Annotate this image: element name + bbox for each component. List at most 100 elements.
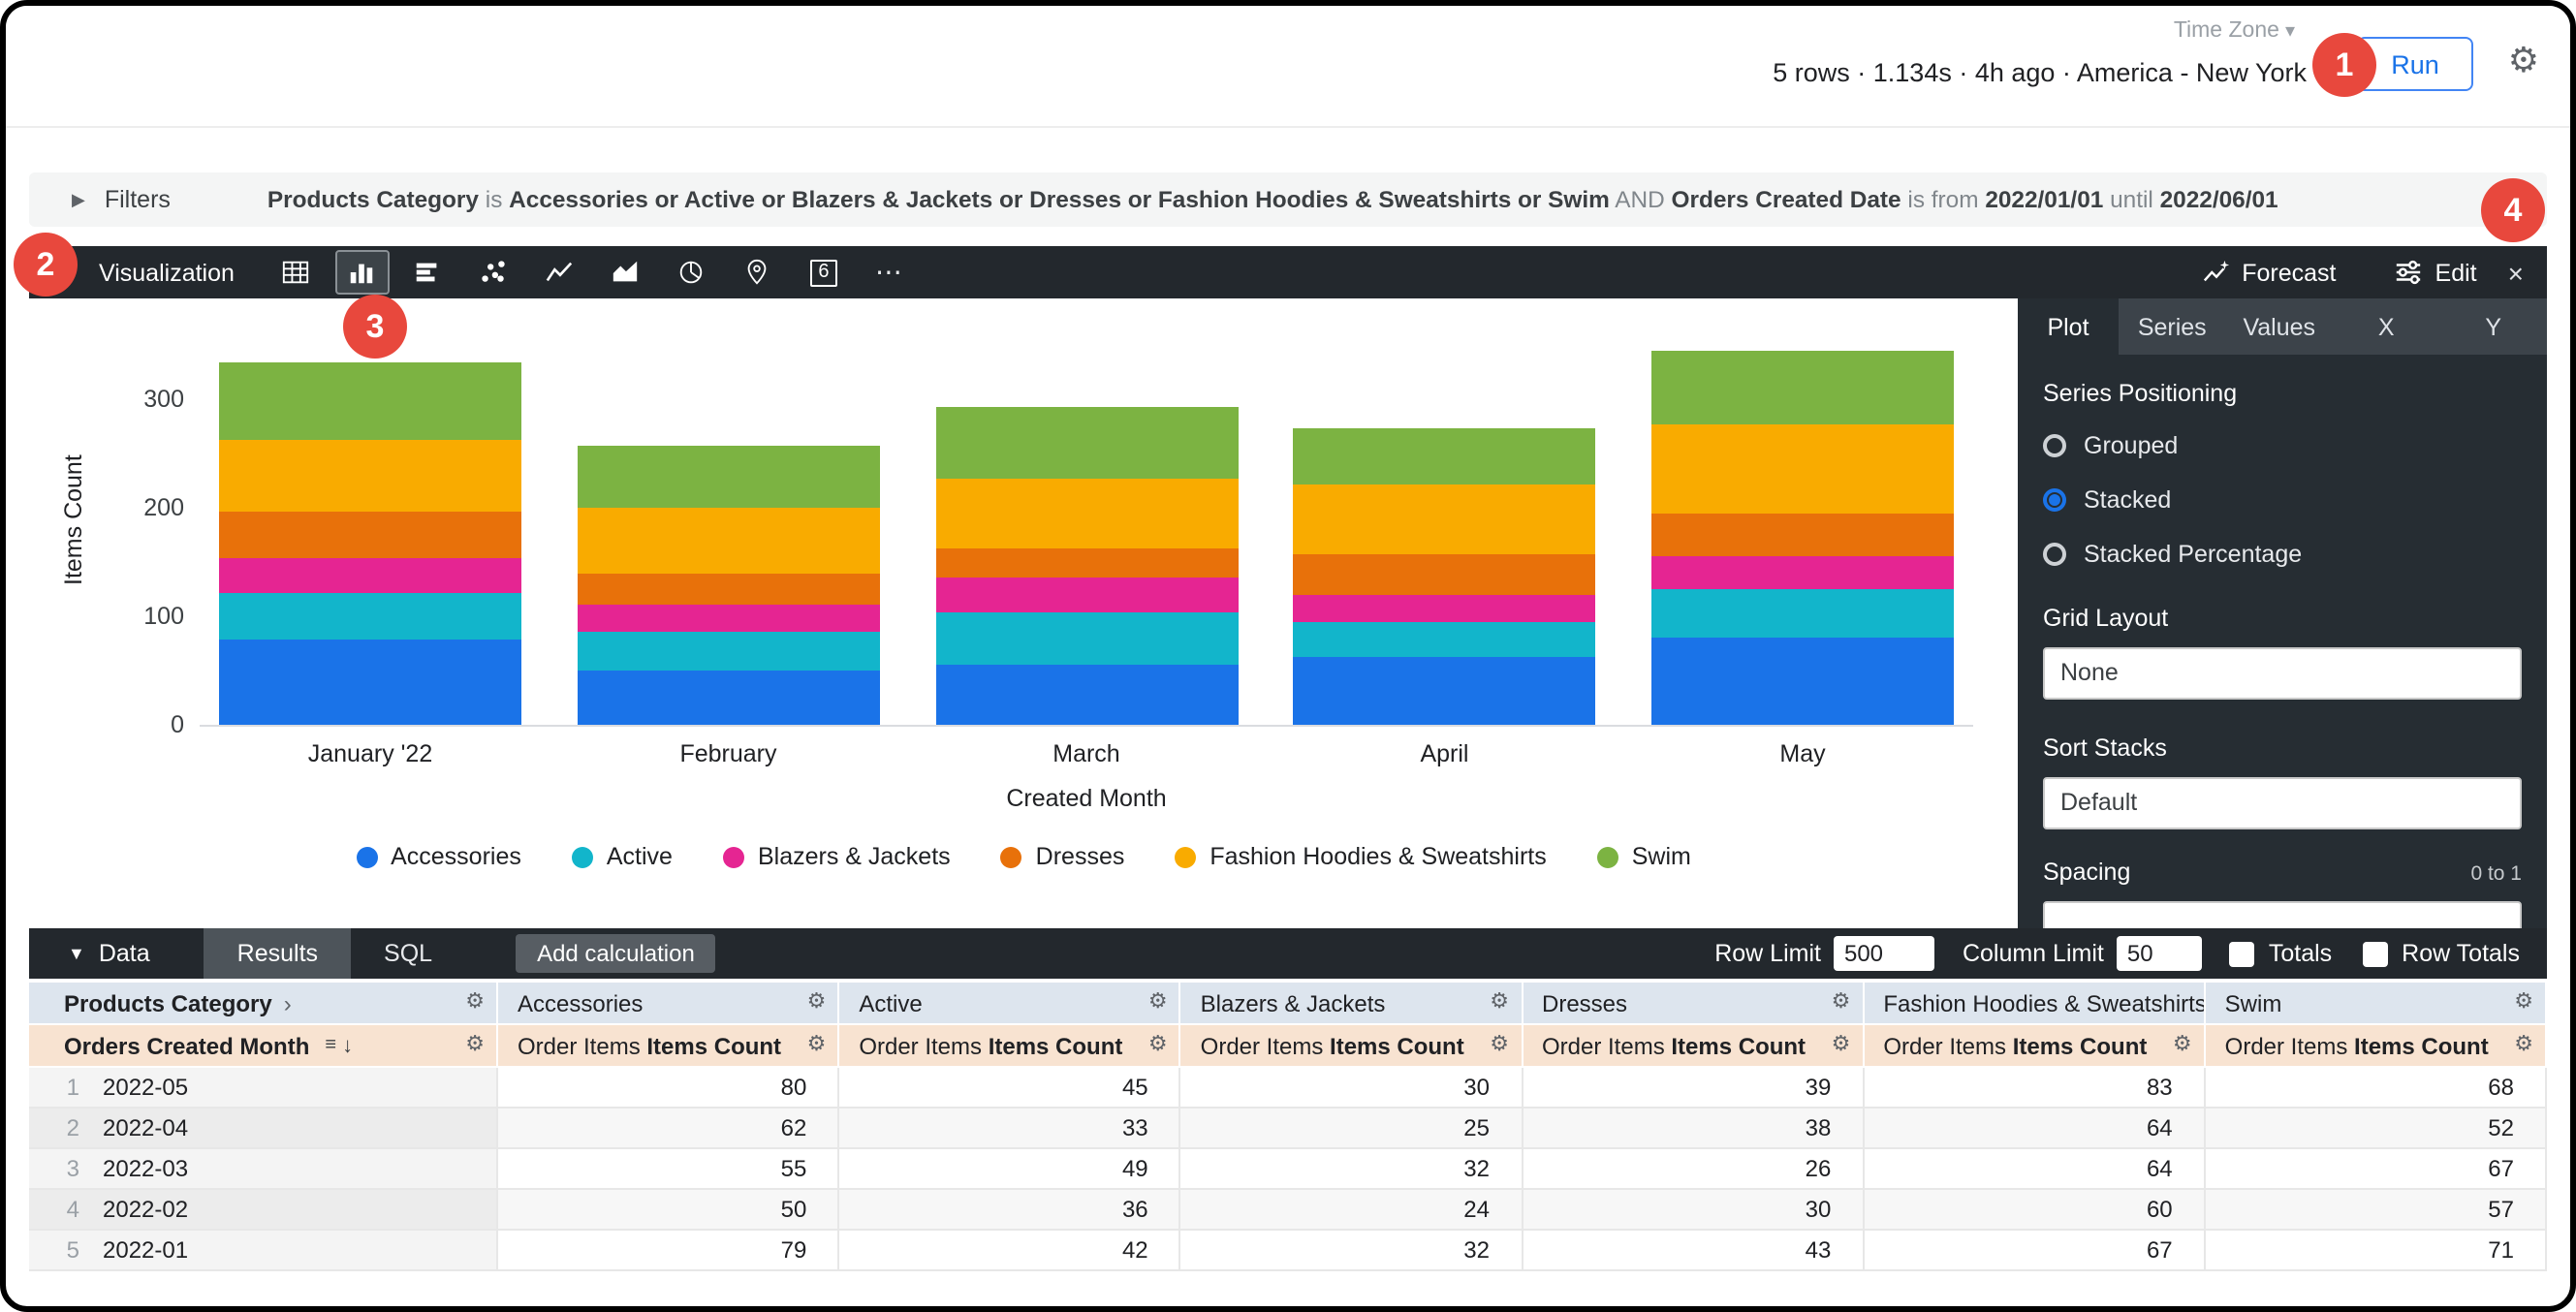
radio-option[interactable]: Grouped bbox=[2043, 428, 2522, 461]
expand-arrow-icon[interactable]: ▶ bbox=[72, 189, 85, 210]
edit-button[interactable]: Edit bbox=[2395, 258, 2477, 287]
panel-tab-values[interactable]: Values bbox=[2226, 298, 2334, 355]
table-value-cell[interactable]: 30 bbox=[1181, 1068, 1523, 1109]
gear-icon[interactable]: ⚙ bbox=[465, 992, 485, 1014]
table-value-cell[interactable]: 57 bbox=[2206, 1190, 2547, 1231]
time-zone-control[interactable]: Time Zone ▾ bbox=[2174, 19, 2295, 43]
bar-segment[interactable] bbox=[219, 362, 521, 440]
gear-icon[interactable]: ⚙ bbox=[807, 992, 827, 1014]
row-totals-checkbox[interactable] bbox=[2363, 941, 2388, 966]
gear-icon[interactable]: ⚙ bbox=[807, 1035, 827, 1056]
table-value-cell[interactable]: 33 bbox=[839, 1109, 1180, 1149]
more-chart-types-icon[interactable]: ⋯ bbox=[863, 250, 917, 295]
stacked-bar[interactable] bbox=[1294, 427, 1596, 725]
radio-option[interactable]: Stacked Percentage bbox=[2043, 537, 2522, 570]
table-value-cell[interactable]: 83 bbox=[1864, 1068, 2205, 1109]
bar-segment[interactable] bbox=[578, 632, 880, 671]
bar-segment[interactable] bbox=[1651, 638, 1954, 725]
bar-segment[interactable] bbox=[935, 549, 1238, 578]
bar-segment[interactable] bbox=[935, 407, 1238, 480]
bar-segment[interactable] bbox=[1651, 556, 1954, 589]
column-group-header[interactable]: Active⚙ bbox=[839, 983, 1180, 1025]
table-value-cell[interactable]: 50 bbox=[498, 1190, 839, 1231]
panel-tab-y[interactable]: Y bbox=[2440, 298, 2548, 355]
bar-segment[interactable] bbox=[219, 594, 521, 640]
bar-segment[interactable] bbox=[578, 508, 880, 573]
table-row-dimension-cell[interactable]: 12022-05 bbox=[29, 1068, 498, 1109]
bar-segment[interactable] bbox=[1651, 351, 1954, 424]
panel-tab-x[interactable]: X bbox=[2333, 298, 2440, 355]
gear-icon[interactable]: ⚙ bbox=[465, 1035, 485, 1056]
bar-segment[interactable] bbox=[219, 559, 521, 594]
area-chart-icon[interactable] bbox=[599, 250, 653, 295]
table-value-cell[interactable]: 71 bbox=[2206, 1231, 2547, 1271]
bar-segment[interactable] bbox=[578, 446, 880, 508]
data-tab-sql[interactable]: SQL bbox=[351, 928, 465, 979]
stacked-bar[interactable] bbox=[578, 446, 880, 725]
data-section-toggle[interactable]: ▼ Data bbox=[68, 940, 150, 967]
spacing-input[interactable] bbox=[2043, 901, 2522, 928]
totals-checkbox[interactable] bbox=[2230, 941, 2255, 966]
column-header-orders-created-month[interactable]: Orders Created Month≡↓⚙ bbox=[29, 1025, 498, 1068]
table-value-cell[interactable]: 60 bbox=[1864, 1190, 2205, 1231]
scatter-chart-icon[interactable] bbox=[467, 250, 521, 295]
bar-segment[interactable] bbox=[935, 665, 1238, 725]
stacked-bar[interactable] bbox=[935, 407, 1238, 725]
add-calculation-button[interactable]: Add calculation bbox=[516, 934, 716, 973]
bar-chart-icon[interactable] bbox=[401, 250, 456, 295]
bar-segment[interactable] bbox=[219, 513, 521, 559]
bar-segment[interactable] bbox=[1294, 484, 1596, 553]
gear-icon[interactable]: ⚙ bbox=[1832, 992, 1851, 1014]
bar-segment[interactable] bbox=[1294, 622, 1596, 658]
pie-chart-icon[interactable] bbox=[665, 250, 719, 295]
bar-segment[interactable] bbox=[935, 480, 1238, 549]
table-value-cell[interactable]: 45 bbox=[839, 1068, 1180, 1109]
table-value-cell[interactable]: 39 bbox=[1523, 1068, 1864, 1109]
column-header-products-category[interactable]: Products Category›⚙ bbox=[29, 983, 498, 1025]
table-value-cell[interactable]: 36 bbox=[839, 1190, 1180, 1231]
table-value-cell[interactable]: 30 bbox=[1523, 1190, 1864, 1231]
table-value-cell[interactable]: 62 bbox=[498, 1109, 839, 1149]
legend-item[interactable]: Swim bbox=[1597, 843, 1691, 870]
table-value-cell[interactable]: 25 bbox=[1181, 1109, 1523, 1149]
legend-item[interactable]: Fashion Hoodies & Sweatshirts bbox=[1175, 843, 1546, 870]
gear-icon[interactable]: ⚙ bbox=[2514, 1035, 2533, 1056]
measure-subheader[interactable]: Order Items Items Count⚙ bbox=[1181, 1025, 1523, 1068]
stacked-bar[interactable] bbox=[219, 362, 521, 725]
bar-segment[interactable] bbox=[219, 640, 521, 725]
bar-segment[interactable] bbox=[1294, 427, 1596, 484]
table-value-cell[interactable]: 67 bbox=[2206, 1149, 2547, 1190]
legend-item[interactable]: Accessories bbox=[356, 843, 521, 870]
panel-tab-series[interactable]: Series bbox=[2119, 298, 2226, 355]
column-group-header[interactable]: Blazers & Jackets⚙ bbox=[1181, 983, 1523, 1025]
table-row-dimension-cell[interactable]: 22022-04 bbox=[29, 1109, 498, 1149]
table-value-cell[interactable]: 38 bbox=[1523, 1109, 1864, 1149]
bar-segment[interactable] bbox=[578, 573, 880, 606]
table-value-cell[interactable]: 64 bbox=[1864, 1149, 2205, 1190]
table-value-cell[interactable]: 26 bbox=[1523, 1149, 1864, 1190]
measure-subheader[interactable]: Order Items Items Count⚙ bbox=[1523, 1025, 1864, 1068]
column-group-header[interactable]: Accessories⚙ bbox=[498, 983, 839, 1025]
table-value-cell[interactable]: 64 bbox=[1864, 1109, 2205, 1149]
map-chart-icon[interactable] bbox=[731, 250, 785, 295]
gear-icon[interactable]: ⚙ bbox=[2173, 1035, 2192, 1056]
table-value-cell[interactable]: 24 bbox=[1181, 1190, 1523, 1231]
column-group-header[interactable]: Fashion Hoodies & Sweatshirts⚙ bbox=[1864, 983, 2205, 1025]
bar-segment[interactable] bbox=[219, 440, 521, 513]
table-value-cell[interactable]: 49 bbox=[839, 1149, 1180, 1190]
column-chart-icon[interactable] bbox=[335, 250, 390, 295]
table-value-cell[interactable]: 52 bbox=[2206, 1109, 2547, 1149]
legend-item[interactable]: Blazers & Jackets bbox=[723, 843, 951, 870]
bar-segment[interactable] bbox=[1294, 658, 1596, 725]
gear-icon[interactable]: ⚙ bbox=[1832, 1035, 1851, 1056]
table-value-cell[interactable]: 43 bbox=[1523, 1231, 1864, 1271]
bar-segment[interactable] bbox=[578, 606, 880, 632]
radio-icon[interactable] bbox=[2043, 542, 2066, 565]
radio-selected-icon[interactable] bbox=[2043, 487, 2066, 511]
gear-icon[interactable]: ⚙ bbox=[1490, 1035, 1509, 1056]
table-value-cell[interactable]: 32 bbox=[1181, 1149, 1523, 1190]
column-group-header[interactable]: Dresses⚙ bbox=[1523, 983, 1864, 1025]
table-row-dimension-cell[interactable]: 32022-03 bbox=[29, 1149, 498, 1190]
radio-option[interactable]: Stacked bbox=[2043, 483, 2522, 515]
gear-icon[interactable]: ⚙ bbox=[1490, 992, 1509, 1014]
